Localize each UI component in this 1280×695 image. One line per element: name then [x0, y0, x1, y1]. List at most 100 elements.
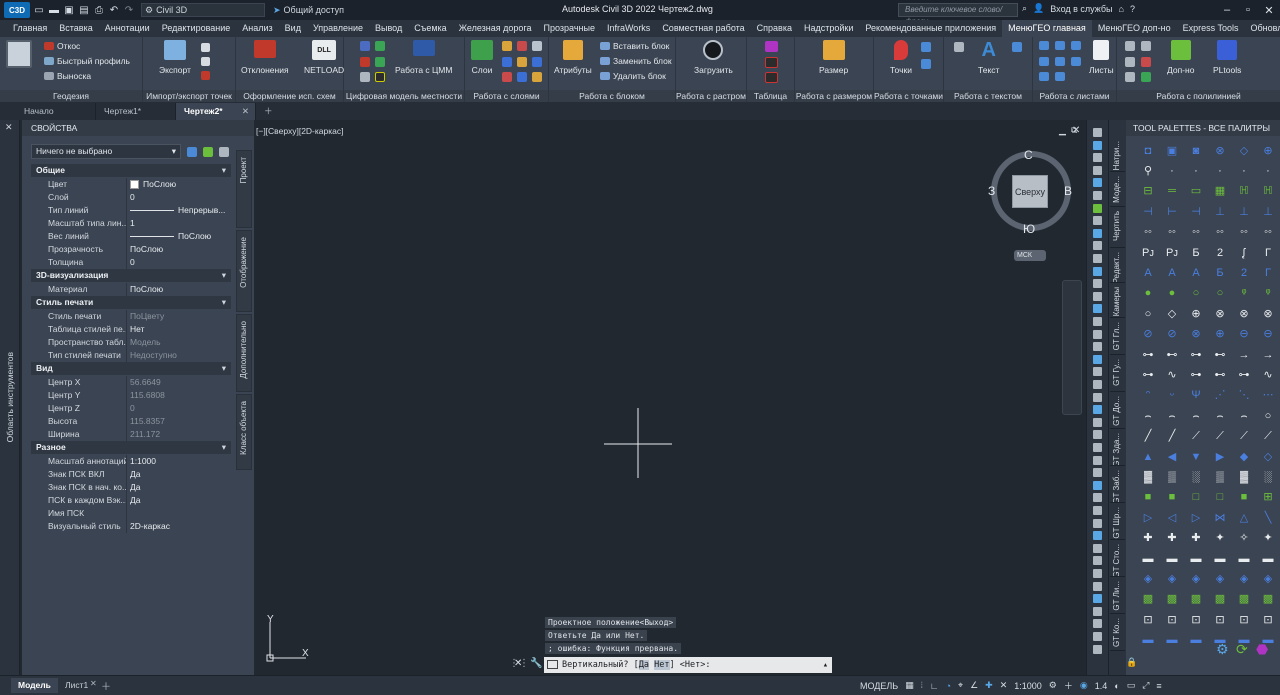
palette-tool-icon[interactable]: ▦ — [1208, 182, 1232, 202]
property-value[interactable]: 1:1000 — [126, 455, 231, 468]
palette-tool-icon[interactable]: ⊢ — [1160, 202, 1184, 222]
panel-title[interactable]: Работа с слоями — [465, 90, 548, 102]
viewcube-east[interactable]: В — [1064, 184, 1072, 198]
layers-button[interactable]: Слои — [471, 40, 493, 75]
palette-tool-icon[interactable]: ⌢ — [1136, 406, 1160, 426]
palette-tool-icon[interactable]: ▬ — [1160, 630, 1184, 650]
palette-tool-icon[interactable]: ᵔ — [1136, 386, 1160, 406]
panel-title[interactable]: Работа с полилинией — [1117, 90, 1280, 102]
property-value[interactable]: Непрерыв... — [126, 204, 231, 217]
palette-tool-icon[interactable]: ✦ — [1256, 528, 1280, 548]
palette-tool-icon[interactable]: ⊥ — [1208, 202, 1232, 222]
palette-tool-icon[interactable]: ▩ — [1232, 590, 1256, 610]
sheet-tool-icon-6[interactable] — [1071, 57, 1081, 66]
palette-tool-icon[interactable]: ● — [1136, 284, 1160, 304]
share-button[interactable]: ➤ Общий доступ — [273, 5, 344, 16]
dop-no-button[interactable]: Доп-но — [1167, 40, 1194, 75]
side-tool-icon[interactable] — [1093, 228, 1102, 238]
close-icon[interactable]: ✕ — [242, 103, 249, 120]
layer-tool-icon-1[interactable] — [502, 41, 512, 51]
annotation-visibility-icon[interactable]: ✚ — [985, 680, 993, 691]
viewcube-west[interactable]: З — [988, 184, 995, 198]
side-tool-icon[interactable] — [1093, 241, 1102, 251]
layer-tool-icon-2[interactable] — [517, 41, 527, 51]
sheet-tool-icon-4[interactable] — [1039, 57, 1049, 66]
ribbon-tab[interactable]: Железная дорога — [453, 20, 538, 37]
close-icon[interactable]: ✕ — [5, 122, 13, 133]
property-section[interactable]: Общие ▾ — [31, 164, 231, 177]
palette-tool-icon[interactable]: ╲ — [1256, 508, 1280, 528]
property-value[interactable]: Да — [126, 468, 231, 481]
palette-tool-icon[interactable]: ✚ — [1160, 528, 1184, 548]
palette-tool-icon[interactable]: ⊡ — [1232, 610, 1256, 630]
palette-tab[interactable]: GT До... — [1110, 393, 1125, 429]
palette-tool-icon[interactable]: ⬣ — [1256, 641, 1268, 658]
palette-tool-icon[interactable]: ⊘ — [1160, 325, 1184, 345]
palette-tool-icon[interactable]: ⊕ — [1256, 141, 1280, 161]
side-tool-icon[interactable] — [1093, 128, 1102, 137]
side-tool-icon[interactable] — [1093, 581, 1102, 591]
side-tool-icon[interactable] — [1093, 480, 1102, 490]
property-value[interactable] — [126, 507, 231, 520]
palette-tab[interactable]: GT Сто... — [1110, 541, 1125, 577]
property-value[interactable]: Да — [126, 494, 231, 507]
palette-tool-icon[interactable]: ⊣ — [1136, 202, 1160, 222]
palette-tool-icon[interactable]: ⊡ — [1184, 610, 1208, 630]
model-space-button[interactable]: МОДЕЛЬ — [860, 681, 898, 691]
palette-tool-icon[interactable]: ◦◦ — [1160, 223, 1184, 243]
close-icon[interactable]: ✕ — [1072, 125, 1080, 136]
ribbon-tab[interactable]: Вывод — [369, 20, 408, 37]
palette-tool-icon[interactable]: ▩ — [1256, 590, 1280, 610]
palette-tool-icon[interactable]: ◈ — [1232, 569, 1256, 589]
palette-tool-icon[interactable]: A — [1160, 263, 1184, 283]
close-icon[interactable]: ✕ — [514, 658, 522, 669]
viewcube-north[interactable]: С — [1024, 148, 1033, 162]
workspace-dropdown[interactable]: ⚙ Civil 3D — [141, 3, 265, 17]
palette-tool-icon[interactable]: ◀ — [1160, 447, 1184, 467]
palette-tool-icon[interactable]: ○ — [1136, 304, 1160, 324]
palette-tool-icon[interactable]: Б — [1208, 263, 1232, 283]
poly-tool-icon-4[interactable] — [1141, 57, 1151, 67]
palette-tool-icon[interactable]: ⊶ — [1184, 365, 1208, 385]
palette-tool-icon[interactable]: ⌢ — [1232, 406, 1256, 426]
palette-tab[interactable]: Моде... — [1110, 173, 1125, 207]
property-section[interactable]: Разное ▾ — [31, 441, 231, 454]
property-row[interactable]: Толщина 0 — [31, 256, 231, 269]
palette-tool-icon[interactable]: ◇ — [1256, 447, 1280, 467]
property-section[interactable]: Вид ▾ — [31, 362, 231, 375]
property-row[interactable]: Центр Y 115.6808 — [31, 389, 231, 402]
palette-tool-icon[interactable]: ∿ — [1256, 365, 1280, 385]
property-value[interactable]: ПоЦвету — [126, 310, 231, 323]
sheet-tool-icon-2[interactable] — [1055, 41, 1065, 50]
ribbon-tab[interactable]: Вид — [279, 20, 307, 37]
navigation-bar[interactable] — [1062, 280, 1082, 415]
ortho-icon[interactable]: ∟ — [930, 681, 939, 691]
palette-tool-icon[interactable]: ⊗ — [1232, 304, 1256, 324]
side-tool-icon[interactable] — [1093, 304, 1102, 314]
doc-tab-drawing1[interactable]: Чертеж1* — [96, 103, 176, 120]
drawing-area[interactable]: [−][Сверху][2D-каркас] ▁ ⧉ ✕ Сверху С Ю … — [254, 120, 1086, 675]
property-value[interactable]: ПоСлою — [126, 243, 231, 256]
panel-title[interactable]: Работа с текстом — [944, 90, 1032, 102]
property-row[interactable]: Визуальный стиль 2D-каркас — [31, 520, 231, 533]
palette-tool-icon[interactable]: ⋯ — [1256, 386, 1280, 406]
panel-title[interactable]: Оформление исп. схем — [236, 90, 343, 102]
property-row[interactable]: Тип линий Непрерыв... — [31, 204, 231, 217]
palette-tool-icon[interactable]: ⋰ — [1208, 386, 1232, 406]
poly-tool-icon-2[interactable] — [1141, 41, 1151, 51]
search-icon[interactable]: ⌕ — [1022, 3, 1027, 14]
cart-icon[interactable]: ⌂ — [1119, 4, 1124, 14]
side-tool-icon[interactable] — [1093, 140, 1102, 150]
palette-tool-icon[interactable]: ⟋ — [1208, 426, 1232, 446]
palette-tool-icon[interactable]: ▷ — [1184, 508, 1208, 528]
side-tool-icon[interactable] — [1093, 380, 1102, 389]
plus-icon[interactable]: ＋ — [1064, 679, 1073, 692]
viewcube-south[interactable]: Ю — [1023, 222, 1035, 236]
panel-title[interactable]: Цифровая модель местности — [344, 90, 464, 102]
search-input[interactable]: Введите ключевое слово/фразу — [898, 3, 1018, 26]
palette-tool-icon[interactable]: ░ — [1256, 467, 1280, 487]
palette-tool-icon[interactable]: ▶ — [1208, 447, 1232, 467]
side-tool-icon[interactable] — [1093, 266, 1102, 276]
palette-tool-icon[interactable]: Ψ — [1184, 386, 1208, 406]
help-icon[interactable]: ? — [1130, 4, 1135, 14]
